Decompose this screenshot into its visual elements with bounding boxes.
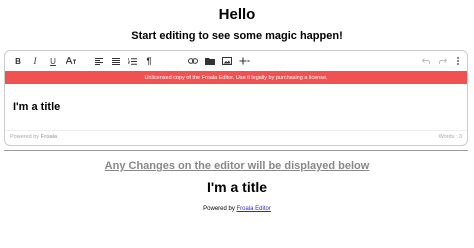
page-subtitle: Start editing to see some magic happen! [131, 30, 343, 42]
insert-link-button[interactable] [187, 54, 199, 68]
italic-button[interactable]: I [30, 54, 40, 68]
align-justify-button[interactable] [111, 54, 121, 68]
underline-button[interactable]: U [48, 54, 58, 68]
text-format-button[interactable] [65, 54, 77, 68]
paragraph-format-button[interactable]: ¶ [144, 54, 154, 68]
bold-button[interactable]: B [13, 54, 23, 68]
editor-toolbar: B I U ¶ [5, 51, 467, 71]
ordered-list-icon [127, 57, 137, 65]
powered-by-froala[interactable]: Powered by Froala [10, 134, 57, 140]
powered-by-label: Powered by [10, 134, 40, 140]
folder-icon [205, 58, 215, 65]
froala-logo: Froala [40, 134, 58, 140]
footer-label: Powered by [203, 206, 235, 212]
align-justify-icon [112, 57, 120, 65]
link-icon [188, 58, 198, 64]
license-warning-banner: Unlicensed copy of the Froala Editor. Us… [5, 71, 467, 84]
rich-text-editor: B I U ¶ Unlicensed copy of the Froala Ed… [4, 50, 468, 146]
ordered-list-button[interactable] [127, 54, 137, 68]
redo-button[interactable] [438, 54, 448, 68]
align-left-icon [95, 57, 103, 65]
froala-editor-link[interactable]: Froala Editor [237, 206, 271, 212]
insert-more-button[interactable] [238, 54, 250, 68]
changes-heading: Any Changes on the editor will be displa… [104, 160, 370, 172]
text-format-icon [66, 57, 76, 65]
undo-icon [422, 58, 430, 64]
more-vertical-icon [457, 57, 459, 65]
plus-icon [239, 57, 249, 65]
page-title: Hello [218, 6, 256, 23]
word-count: Words : 3 [438, 134, 462, 140]
align-left-button[interactable] [94, 54, 104, 68]
editor-content[interactable]: I'm a title [13, 101, 60, 113]
editor-status-bar: Powered by Froala Words : 3 [5, 130, 467, 145]
image-icon [222, 57, 232, 65]
redo-icon [439, 58, 447, 64]
more-options-button[interactable] [454, 54, 462, 68]
footer: Powered by Froala Editor [0, 206, 474, 212]
undo-button[interactable] [421, 54, 431, 68]
insert-image-button[interactable] [221, 54, 233, 68]
rendered-title: I'm a title [206, 179, 268, 195]
insert-file-button[interactable] [204, 54, 216, 68]
divider [4, 150, 468, 151]
